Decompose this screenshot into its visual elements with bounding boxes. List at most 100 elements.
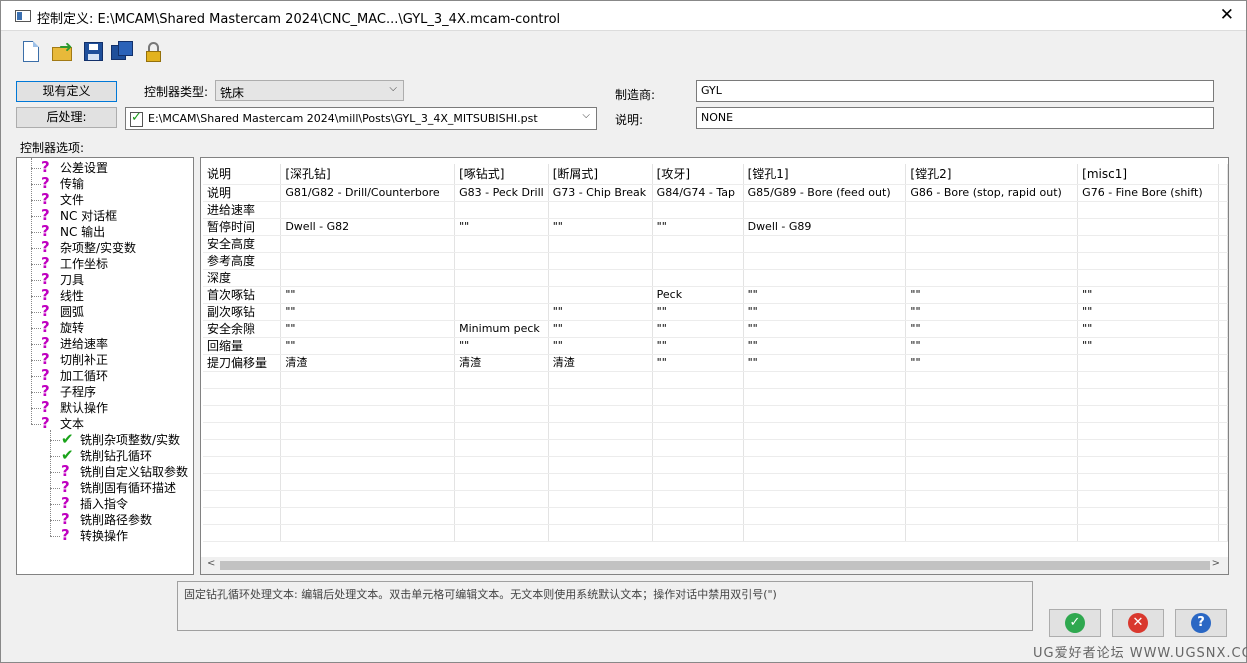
grid-cell[interactable] <box>743 524 907 542</box>
grid-cell[interactable] <box>548 269 653 287</box>
grid-cell[interactable] <box>652 405 744 423</box>
grid-cell[interactable]: "" <box>1077 337 1219 355</box>
grid-cell[interactable]: "" <box>905 303 1079 321</box>
grid-cell[interactable] <box>1218 269 1228 287</box>
grid-cell[interactable] <box>1218 252 1228 270</box>
lock-icon[interactable] <box>141 39 165 65</box>
grid-cell[interactable] <box>743 405 907 423</box>
grid-cell[interactable] <box>280 405 456 423</box>
grid-cell[interactable] <box>1218 201 1228 219</box>
grid-cell[interactable]: "" <box>905 320 1079 338</box>
grid-cell[interactable]: 清渣 <box>454 354 549 372</box>
grid-cell[interactable] <box>905 456 1079 474</box>
grid-cell[interactable] <box>905 235 1079 253</box>
grid-cell[interactable] <box>280 371 456 389</box>
grid-cell[interactable] <box>280 456 456 474</box>
grid-cell[interactable] <box>1218 371 1228 389</box>
grid-cell[interactable]: G86 - Bore (stop, rapid out) <box>905 184 1079 202</box>
open-folder-icon[interactable]: ➜ <box>50 39 74 65</box>
grid-cell[interactable] <box>1077 473 1219 491</box>
grid-cell[interactable] <box>1218 320 1228 338</box>
grid-cell[interactable] <box>743 422 907 440</box>
grid-cell[interactable] <box>905 524 1079 542</box>
grid-cell[interactable] <box>203 439 282 457</box>
grid-cell[interactable]: G73 - Chip Break <box>548 184 653 202</box>
grid-cell[interactable] <box>743 269 907 287</box>
grid-cell[interactable] <box>1218 473 1228 491</box>
grid-cell[interactable] <box>548 473 653 491</box>
grid-cell[interactable] <box>1077 456 1219 474</box>
grid-cell[interactable] <box>652 490 744 508</box>
description-field[interactable]: NONE <box>696 107 1214 129</box>
grid-cell[interactable]: 清渣 <box>548 354 653 372</box>
grid-cell[interactable] <box>1077 371 1219 389</box>
column-header[interactable]: [攻牙] <box>652 164 744 185</box>
grid-cell[interactable] <box>652 422 744 440</box>
grid-cell[interactable] <box>1218 524 1228 542</box>
grid-cell[interactable] <box>905 252 1079 270</box>
new-file-icon[interactable] <box>19 39 43 65</box>
grid-cell[interactable]: "" <box>743 303 907 321</box>
grid-cell[interactable] <box>1218 354 1228 372</box>
grid-cell[interactable] <box>280 235 456 253</box>
grid-cell[interactable] <box>1218 439 1228 457</box>
help-button[interactable]: ? <box>1175 609 1227 637</box>
grid-cell[interactable]: "" <box>454 218 549 236</box>
grid-cell[interactable] <box>454 405 549 423</box>
grid-cell[interactable] <box>203 371 282 389</box>
grid-cell[interactable] <box>280 388 456 406</box>
grid-cell[interactable] <box>280 473 456 491</box>
grid-cell[interactable] <box>652 235 744 253</box>
grid-cell[interactable] <box>548 456 653 474</box>
grid-cell[interactable] <box>652 201 744 219</box>
current-definition-button[interactable]: 现有定义 <box>16 81 117 102</box>
grid-cell[interactable] <box>548 201 653 219</box>
grid-cell[interactable] <box>905 371 1079 389</box>
grid-cell[interactable]: "" <box>280 286 456 304</box>
grid-cell[interactable] <box>454 303 549 321</box>
grid-cell[interactable]: "" <box>1077 320 1219 338</box>
grid-cell[interactable] <box>1218 286 1228 304</box>
grid-cell[interactable]: "" <box>548 218 653 236</box>
grid-cell[interactable]: G81/G82 - Drill/Counterbore <box>280 184 456 202</box>
grid-cell[interactable] <box>548 388 653 406</box>
grid-cell[interactable] <box>454 490 549 508</box>
grid-cell[interactable] <box>1077 235 1219 253</box>
grid-cell[interactable] <box>905 422 1079 440</box>
grid-cell[interactable] <box>1218 184 1228 202</box>
save-icon[interactable] <box>81 39 105 65</box>
grid-cell[interactable]: "" <box>652 354 744 372</box>
close-button[interactable]: ✕ <box>1220 6 1234 24</box>
grid-cell[interactable] <box>652 371 744 389</box>
grid-cell[interactable] <box>280 524 456 542</box>
grid-cell[interactable] <box>1077 354 1219 372</box>
column-header[interactable]: [啄钻式] <box>454 164 549 185</box>
grid-cell[interactable] <box>743 235 907 253</box>
grid-cell[interactable] <box>280 439 456 457</box>
grid-cell[interactable] <box>454 269 549 287</box>
grid-cell[interactable]: "" <box>280 337 456 355</box>
grid-cell[interactable] <box>548 439 653 457</box>
grid-cell[interactable] <box>905 490 1079 508</box>
grid-cell[interactable] <box>1218 218 1228 236</box>
grid-cell[interactable] <box>203 507 282 525</box>
grid-cell[interactable] <box>743 371 907 389</box>
grid-cell[interactable]: "" <box>652 218 744 236</box>
grid-cell[interactable] <box>203 456 282 474</box>
grid-cell[interactable] <box>548 422 653 440</box>
grid-cell[interactable] <box>905 473 1079 491</box>
grid-cell[interactable] <box>548 235 653 253</box>
grid-cell[interactable] <box>1077 490 1219 508</box>
grid-cell[interactable] <box>548 252 653 270</box>
grid-cell[interactable]: "" <box>548 337 653 355</box>
grid-cell[interactable] <box>548 405 653 423</box>
grid-cell[interactable] <box>1218 405 1228 423</box>
grid-cell[interactable] <box>652 388 744 406</box>
grid-cell[interactable] <box>548 371 653 389</box>
grid-cell[interactable] <box>1077 388 1219 406</box>
grid-cell[interactable]: "" <box>280 303 456 321</box>
grid-cell[interactable] <box>203 405 282 423</box>
grid-cell[interactable] <box>280 201 456 219</box>
manufacturer-field[interactable]: GYL <box>696 80 1214 102</box>
grid-cell[interactable] <box>454 388 549 406</box>
